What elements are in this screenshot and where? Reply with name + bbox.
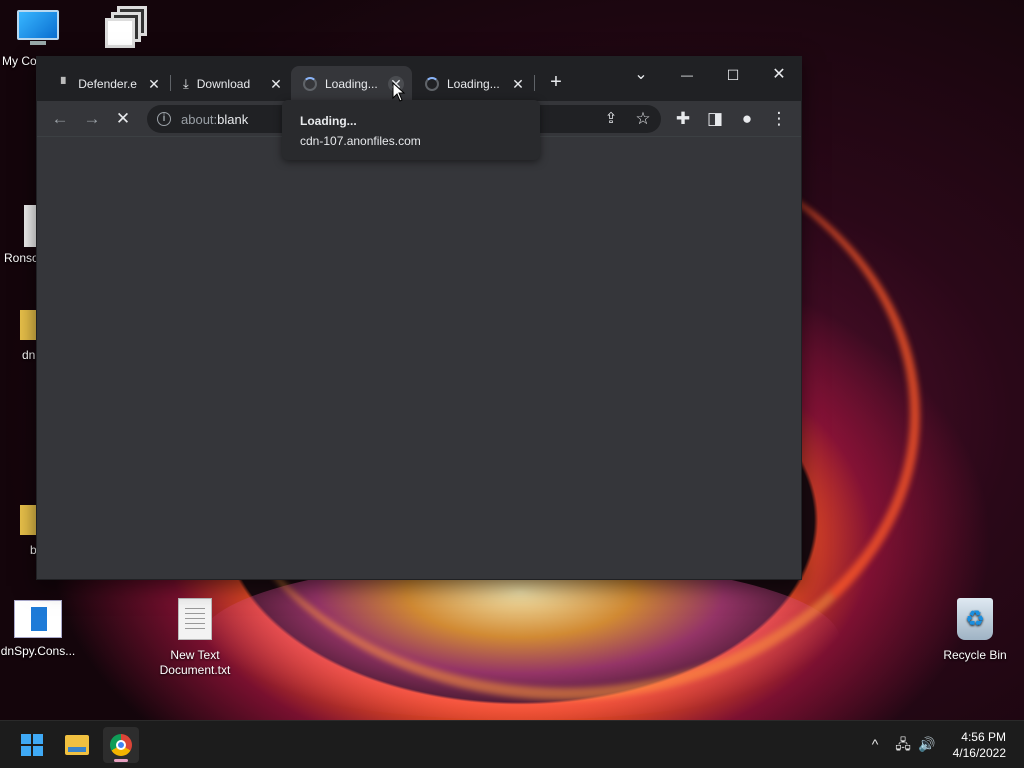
- download-icon: ⤓: [183, 75, 189, 91]
- share-icon[interactable]: ⇪: [598, 106, 624, 132]
- hover-card-title: Loading...: [300, 114, 357, 128]
- file-explorer-button[interactable]: [59, 727, 95, 763]
- back-button[interactable]: ←: [47, 106, 73, 132]
- close-window-button[interactable]: ✕: [759, 61, 799, 89]
- folder-icon: [20, 505, 36, 535]
- tab-search-button[interactable]: ⌄: [621, 61, 661, 89]
- show-hidden-icons-chevron-icon[interactable]: ^: [866, 735, 884, 753]
- tab-defender[interactable]: ▘ Defender.e ✕: [49, 66, 170, 101]
- desktop-icon-dnspy[interactable]: dnSpy.Cons...: [0, 600, 76, 659]
- info-icon[interactable]: i: [157, 112, 171, 126]
- desktop-icon-folder-b[interactable]: b: [0, 505, 40, 558]
- desktop-icon-label: Ronso: [4, 251, 39, 265]
- desktop-icon-label: dnSpy.Cons...: [0, 644, 76, 658]
- forward-button[interactable]: →: [79, 106, 105, 132]
- tab-separator: [534, 75, 535, 91]
- clock-date: 4/16/2022: [952, 746, 1006, 760]
- desktop-icon-ronso[interactable]: Ronso: [0, 205, 40, 266]
- clock-time: 4:56 PM: [961, 730, 1006, 744]
- tab-title: Loading...: [447, 76, 500, 91]
- tab-close-icon[interactable]: ✕: [510, 76, 526, 92]
- desktop-icon-label: New Text Document.txt: [159, 648, 231, 677]
- desktop-icon-label: Recycle Bin: [943, 648, 1007, 662]
- taskbar: ^ 🖧 🔊 4:56 PM 4/16/2022: [0, 720, 1024, 768]
- desktop-icon-label: b: [30, 543, 37, 557]
- page-content: [37, 137, 801, 579]
- new-tab-button[interactable]: +: [545, 71, 567, 93]
- stop-loading-button[interactable]: ✕: [110, 106, 136, 132]
- mouse-cursor-icon: [392, 82, 406, 102]
- extensions-icon[interactable]: ✚: [670, 106, 696, 132]
- tab-close-icon[interactable]: ✕: [146, 76, 162, 92]
- window-stack-icon: [103, 6, 149, 52]
- text-file-icon: [178, 598, 212, 640]
- app-icon: ▘: [61, 76, 71, 91]
- hover-card-host: cdn-107.anonfiles.com: [300, 134, 421, 148]
- chrome-taskbar-button[interactable]: [103, 727, 139, 763]
- desktop-icon-label: dn: [22, 348, 36, 362]
- desktop-icon-recycle-bin[interactable]: ♻ Recycle Bin: [937, 598, 1013, 663]
- file-icon: [24, 205, 36, 247]
- dnspy-icon: [14, 600, 62, 638]
- desktop-icon-folder-dn[interactable]: dn: [0, 310, 40, 363]
- minimize-button[interactable]: —: [667, 61, 707, 89]
- tab-strip: ▘ Defender.e ✕ ⤓ Download ✕ Loading... ✕…: [37, 57, 801, 101]
- running-indicator: [114, 759, 128, 762]
- maximize-button[interactable]: ☐: [713, 61, 753, 89]
- tab-loading[interactable]: Loading... ✕: [413, 66, 534, 101]
- folder-icon: [20, 310, 36, 340]
- tab-title: Defender.e: [78, 76, 137, 91]
- side-panel-icon[interactable]: ◨: [702, 106, 728, 132]
- tab-download[interactable]: ⤓ Download ✕: [171, 66, 292, 101]
- recycle-bin-icon: ♻: [957, 598, 993, 640]
- desktop-icon-new-text-document[interactable]: New Text Document.txt: [152, 598, 238, 678]
- tab-hover-card: Loading... cdn-107.anonfiles.com: [282, 100, 540, 160]
- tab-title: Download: [196, 76, 251, 91]
- windows-logo-icon: [21, 734, 43, 756]
- start-button[interactable]: [14, 727, 50, 763]
- taskbar-clock[interactable]: 4:56 PM 4/16/2022: [953, 729, 1006, 761]
- desktop-icon-window-stack[interactable]: [88, 6, 164, 56]
- tab-close-icon[interactable]: ✕: [268, 76, 284, 92]
- monitor-icon: [17, 10, 59, 46]
- url-scheme: about:: [181, 111, 218, 127]
- tab-title: Loading...: [325, 76, 378, 91]
- volume-icon[interactable]: 🔊: [918, 735, 936, 753]
- file-explorer-icon: [65, 735, 89, 755]
- chrome-icon: [110, 734, 132, 756]
- url-host: blank: [217, 111, 249, 127]
- network-icon[interactable]: 🖧: [894, 735, 912, 753]
- menu-icon[interactable]: ⋮: [766, 106, 792, 132]
- profile-icon[interactable]: ●: [734, 106, 760, 132]
- spinner-icon: [303, 76, 317, 91]
- bookmark-star-icon[interactable]: ☆: [630, 106, 656, 132]
- spinner-icon: [425, 76, 439, 91]
